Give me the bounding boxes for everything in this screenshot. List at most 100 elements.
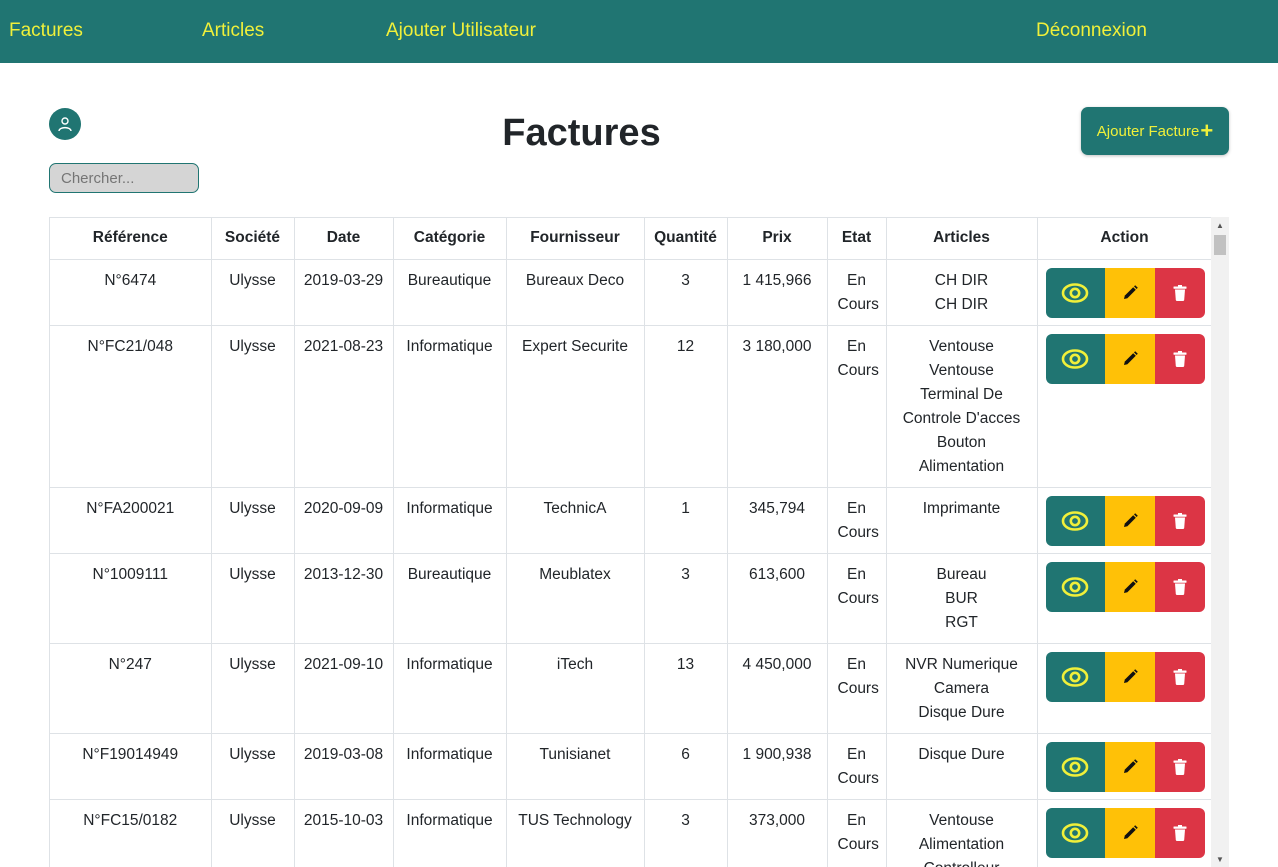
cell-ref: N°FC15/0182	[50, 798, 212, 867]
column-header-articles: Articles	[885, 218, 1038, 260]
cell-prix: 373,000	[726, 798, 828, 867]
cell-ref: N°1009111	[50, 552, 212, 644]
nav-link-logout[interactable]: Déconnexion	[1036, 19, 1147, 43]
search-input[interactable]	[49, 163, 199, 193]
article-item: Ventouse	[929, 337, 994, 355]
cell-articles: NVR Numerique Camera Disque Dure	[885, 642, 1038, 734]
edit-button[interactable]	[1104, 267, 1155, 318]
view-button[interactable]	[1045, 741, 1105, 792]
action-buttons	[1045, 267, 1205, 318]
column-header-action: Action	[1036, 218, 1213, 260]
cell-societe: Ulysse	[210, 258, 295, 326]
pencil-icon	[1121, 350, 1139, 368]
cell-ref: N°6474	[50, 258, 212, 326]
add-invoice-button[interactable]: Ajouter Facture +	[1081, 107, 1229, 155]
trash-icon	[1172, 758, 1188, 776]
article-item: CH DIR	[934, 295, 989, 313]
cell-etat: En Cours	[826, 642, 887, 734]
nav-link-factures[interactable]: Factures	[9, 19, 83, 43]
article-item: Alimentation	[918, 835, 1005, 853]
view-button[interactable]	[1045, 495, 1105, 546]
pencil-icon	[1121, 284, 1139, 302]
scroll-up-arrow-icon[interactable]: ▲	[1211, 217, 1229, 233]
edit-button[interactable]	[1104, 495, 1155, 546]
cell-fournisseur: Bureaux Deco	[505, 258, 645, 326]
cell-societe: Ulysse	[210, 552, 295, 644]
view-button[interactable]	[1045, 561, 1105, 612]
cell-prix: 345,794	[726, 486, 828, 554]
scroll-down-arrow-icon[interactable]: ▼	[1211, 851, 1229, 867]
cell-fournisseur: Expert Securite	[505, 324, 645, 488]
table-row: N°FC21/048 Ulysse 2021-08-23 Informatique Ex…	[50, 324, 1213, 488]
edit-button[interactable]	[1104, 807, 1155, 858]
cell-fournisseur: TUS Technology	[505, 798, 645, 867]
trash-icon	[1172, 668, 1188, 686]
cell-categorie: Informatique	[392, 486, 507, 554]
eye-icon	[1060, 509, 1090, 533]
column-header-fournisseur: Fournisseur	[505, 218, 645, 260]
column-header-societe: Société	[210, 218, 295, 260]
cell-fournisseur: Tunisianet	[505, 732, 645, 800]
cell-fournisseur: TechnicA	[505, 486, 645, 554]
cell-prix: 3 180,000	[726, 324, 828, 488]
cell-quantite: 3	[643, 798, 728, 867]
table-row: N°FC15/0182 Ulysse 2015-10-03 Informatique T…	[50, 798, 1213, 867]
delete-button[interactable]	[1154, 807, 1205, 858]
action-buttons	[1045, 495, 1205, 546]
cell-prix: 1 900,938	[726, 732, 828, 800]
action-buttons	[1045, 333, 1205, 384]
edit-button[interactable]	[1104, 333, 1155, 384]
plus-icon: +	[1200, 118, 1214, 143]
cell-date: 2013-12-30	[293, 552, 394, 644]
cell-articles: Ventouse Alimentation Controlleur	[885, 798, 1038, 867]
article-item: CH DIR	[934, 271, 989, 289]
edit-button[interactable]	[1104, 561, 1155, 612]
table-scrollbar[interactable]: ▲ ▼	[1211, 217, 1229, 867]
table-row: N°FA200021 Ulysse 2020-09-09 Informatique Te…	[50, 486, 1213, 554]
cell-articles: Bureau BUR RGT	[885, 552, 1038, 644]
delete-button[interactable]	[1154, 495, 1205, 546]
column-header-quantite: Quantité	[643, 218, 728, 260]
action-buttons	[1045, 807, 1205, 858]
cell-articles: CH DIR CH DIR	[885, 258, 1038, 326]
article-item: RGT	[945, 613, 978, 631]
cell-date: 2021-08-23	[293, 324, 394, 488]
cell-date: 2019-03-08	[293, 732, 394, 800]
invoices-table-container: Référence Société Date Catégorie Fournisseur…	[49, 217, 1229, 867]
cell-action	[1036, 486, 1213, 554]
cell-action	[1036, 324, 1213, 488]
cell-societe: Ulysse	[210, 732, 295, 800]
delete-button[interactable]	[1154, 561, 1205, 612]
cell-categorie: Bureautique	[392, 258, 507, 326]
view-button[interactable]	[1045, 333, 1105, 384]
scroll-thumb[interactable]	[1214, 235, 1226, 255]
article-item: Bureau	[936, 565, 987, 583]
eye-icon	[1060, 347, 1090, 371]
delete-button[interactable]	[1154, 333, 1205, 384]
delete-button[interactable]	[1154, 741, 1205, 792]
table-header-row: Référence Société Date Catégorie Fournisseur…	[50, 218, 1213, 260]
nav-link-add-user[interactable]: Ajouter Utilisateur	[386, 19, 536, 43]
edit-button[interactable]	[1104, 651, 1155, 702]
edit-button[interactable]	[1104, 741, 1155, 792]
cell-etat: En Cours	[826, 552, 887, 644]
cell-etat: En Cours	[826, 798, 887, 867]
cell-articles: Ventouse Ventouse Terminal De Controle D'a…	[885, 324, 1038, 488]
view-button[interactable]	[1045, 807, 1105, 858]
nav-link-articles[interactable]: Articles	[202, 19, 264, 43]
trash-icon	[1172, 284, 1188, 302]
article-item: Ventouse	[929, 811, 994, 829]
cell-etat: En Cours	[826, 258, 887, 326]
article-item: Disque Dure	[918, 745, 1005, 763]
delete-button[interactable]	[1154, 267, 1205, 318]
cell-categorie: Informatique	[392, 324, 507, 488]
delete-button[interactable]	[1154, 651, 1205, 702]
cell-action	[1036, 552, 1213, 644]
view-button[interactable]	[1045, 651, 1105, 702]
cell-ref: N°247	[50, 642, 212, 734]
view-button[interactable]	[1045, 267, 1105, 318]
table-row: N°247 Ulysse 2021-09-10 Informatique iTech 13…	[50, 642, 1213, 734]
cell-quantite: 6	[643, 732, 728, 800]
action-buttons	[1045, 561, 1205, 612]
article-item: Disque Dure	[918, 703, 1005, 721]
